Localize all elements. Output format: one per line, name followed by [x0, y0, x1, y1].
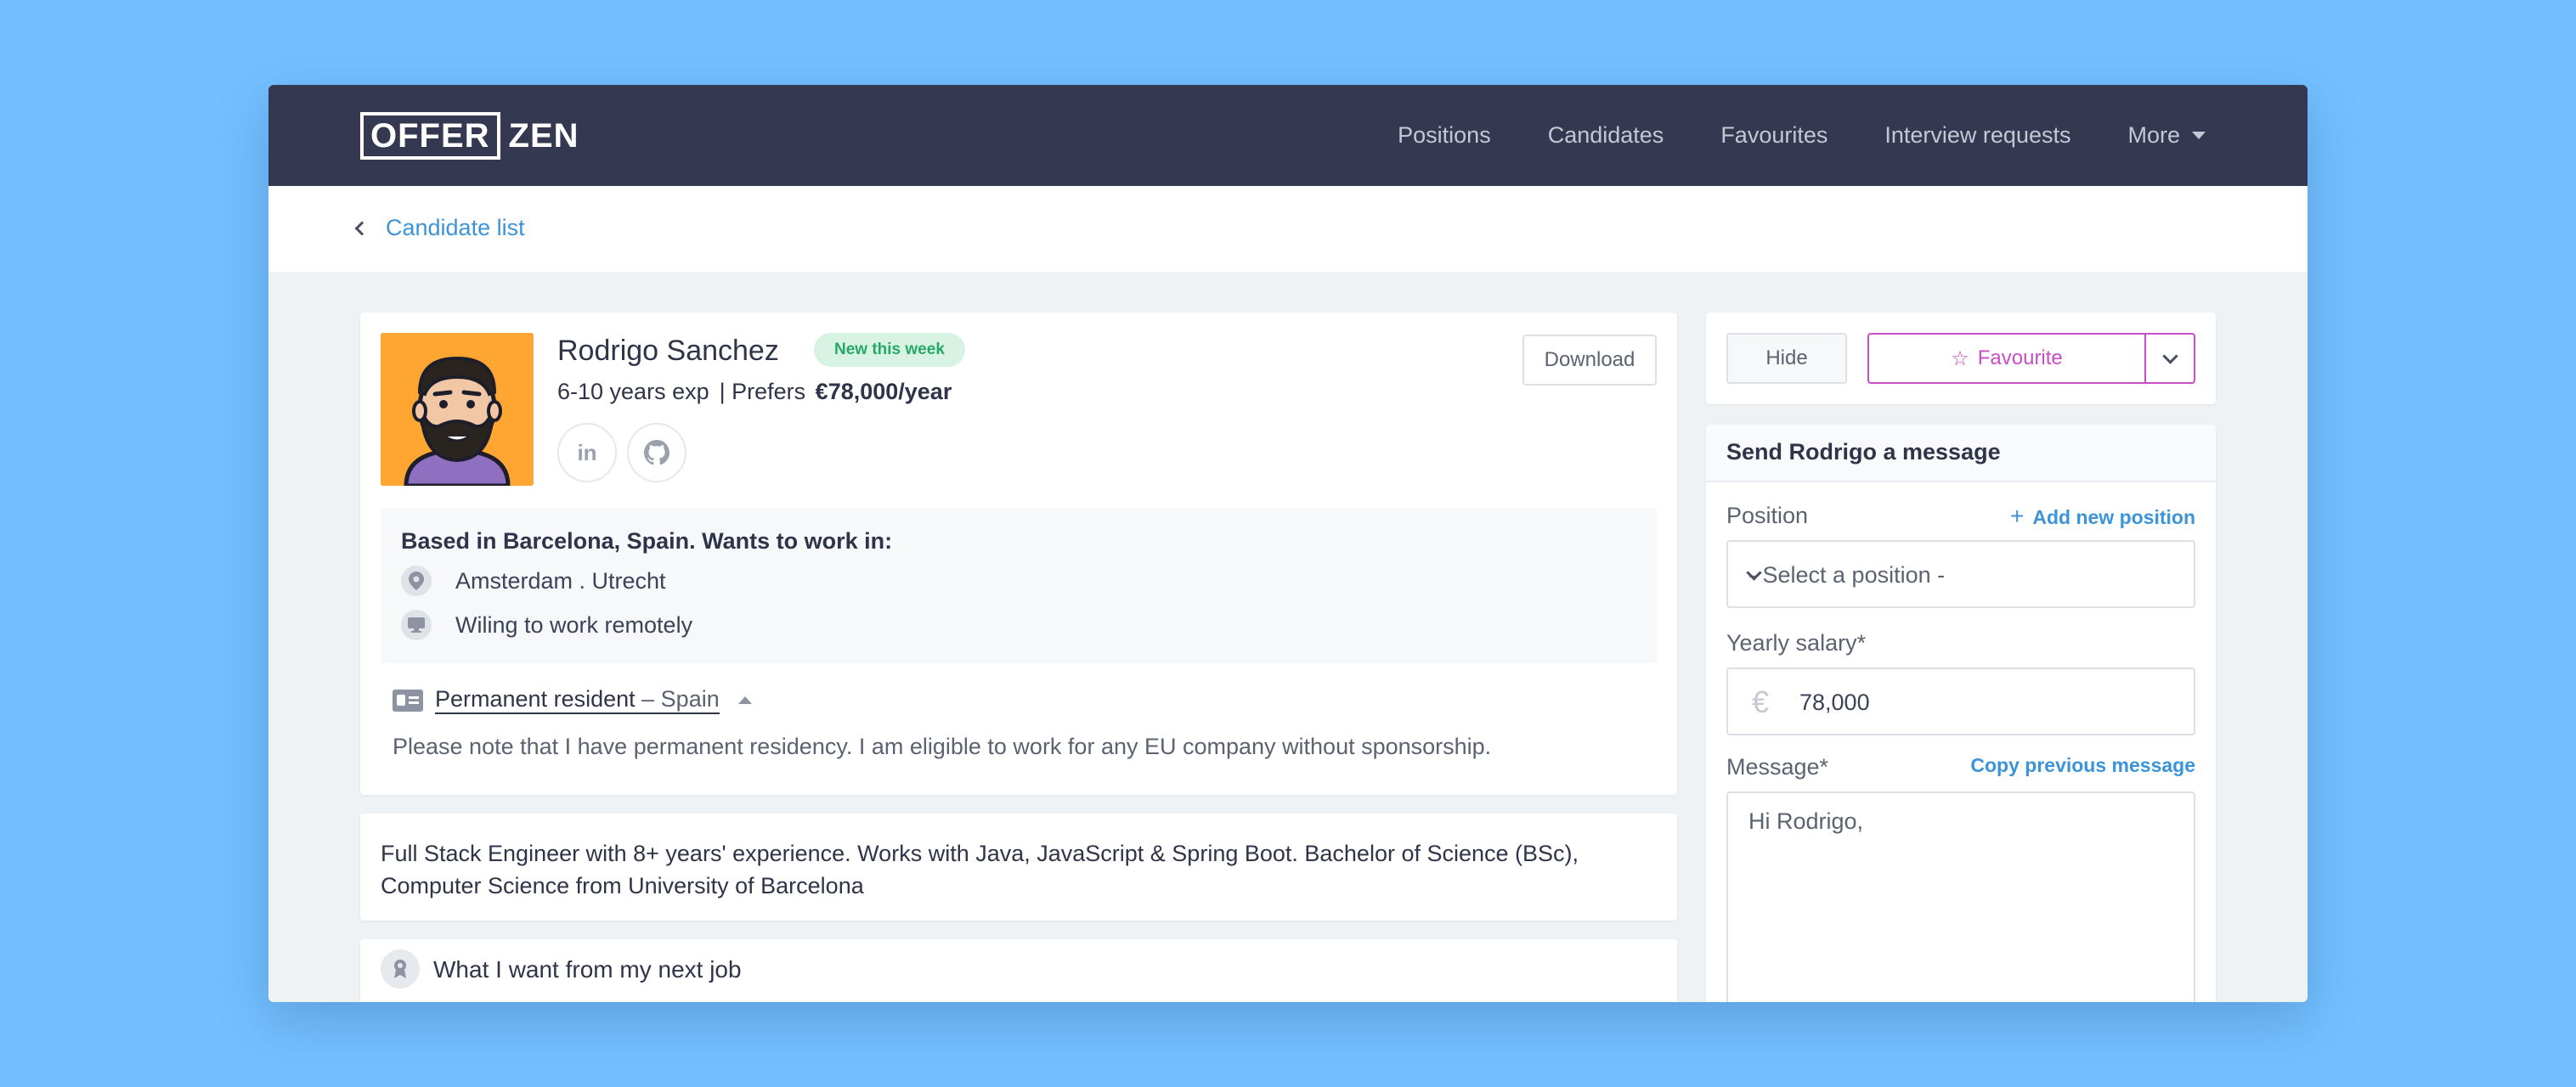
breadcrumb-label: Candidate list — [386, 215, 525, 240]
residency-country: Spain — [660, 686, 720, 712]
nav-link-candidates[interactable]: Candidates — [1548, 122, 1664, 149]
nav-more-label: More — [2127, 122, 2180, 148]
github-icon — [644, 440, 669, 465]
message-header: Send Rodrigo a message — [1706, 425, 2216, 482]
nav-link-interview-requests[interactable]: Interview requests — [1884, 122, 2070, 149]
add-new-position-link[interactable]: + Add new position — [2010, 503, 2195, 530]
salary-preference: €78,000/year — [815, 379, 952, 404]
experience-years: 6-10 years exp — [557, 379, 709, 404]
offerzen-logo[interactable]: OFFER ZEN — [360, 112, 579, 160]
prefers-prefix: | Prefers — [719, 379, 806, 404]
caret-down-icon — [2192, 132, 2206, 139]
remote-preference: Wiling to work remotely — [401, 610, 692, 640]
location-heading: Based in Barcelona, Spain. Wants to work… — [401, 528, 893, 554]
award-icon — [381, 949, 420, 988]
next-job-title: What I want from my next job — [433, 956, 742, 983]
remote-preference-text: Wiling to work remotely — [455, 611, 693, 638]
message-label: Message* — [1726, 754, 1829, 780]
logo-box: OFFER — [360, 112, 500, 160]
breadcrumb-back-link[interactable]: Candidate list — [354, 215, 525, 241]
download-button[interactable]: Download — [1522, 335, 1657, 386]
breadcrumb-bar: Candidate list — [268, 186, 2308, 272]
favourite-label: Favourite — [1977, 346, 2063, 369]
next-job-card[interactable]: What I want from my next job — [360, 939, 1677, 1002]
top-nav: OFFER ZEN Positions Candidates Favourite… — [268, 85, 2308, 186]
candidate-name: Rodrigo Sanchez — [557, 335, 779, 367]
location-panel: Based in Barcelona, Spain. Wants to work… — [381, 508, 1657, 663]
copy-previous-message-link[interactable]: Copy previous message — [1970, 754, 2195, 777]
position-select[interactable]: - Select a position - — [1726, 540, 2195, 608]
chevron-left-icon — [354, 221, 370, 235]
message-textarea[interactable]: Hi Rodrigo, — [1726, 791, 2195, 1002]
location-pin-icon — [401, 566, 432, 596]
hide-button[interactable]: Hide — [1726, 333, 1847, 384]
nav-links: Positions Candidates Favourites Intervie… — [1341, 85, 2206, 186]
nav-link-positions[interactable]: Positions — [1398, 122, 1491, 149]
monitor-icon — [401, 610, 432, 640]
euro-icon: € — [1752, 684, 1770, 719]
position-label: Position — [1726, 503, 1809, 528]
favourite-dropdown-button[interactable] — [2144, 333, 2195, 384]
chevron-down-icon — [2161, 347, 2178, 364]
linkedin-icon: in — [577, 439, 597, 465]
avatar-illustration — [381, 333, 534, 486]
nav-link-favourites[interactable]: Favourites — [1720, 122, 1827, 149]
nav-more-menu[interactable]: More — [2127, 122, 2206, 149]
app-window: OFFER ZEN Positions Candidates Favourite… — [268, 85, 2308, 1002]
message-card: Send Rodrigo a message Position + Add new… — [1706, 425, 2216, 1002]
residency-link[interactable]: Permanent resident – Spain — [435, 686, 720, 714]
add-new-position-label: Add new position — [2032, 506, 2195, 528]
salary-input[interactable] — [1799, 690, 2139, 716]
plus-icon: + — [2009, 503, 2025, 529]
preferred-cities: Amsterdam . Utrecht — [401, 566, 666, 596]
actions-card: Hide ☆ Favourite — [1706, 313, 2216, 404]
residency-note: Please note that I have permanent reside… — [393, 734, 1492, 759]
id-card-icon — [393, 689, 423, 712]
salary-label: Yearly salary* — [1726, 630, 1867, 656]
star-icon: ☆ — [1951, 346, 1969, 370]
preferred-cities-text: Amsterdam . Utrecht — [455, 567, 666, 594]
linkedin-button[interactable]: in — [557, 423, 617, 482]
experience-line: 6-10 years exp | Prefers €78,000/year — [557, 379, 952, 405]
position-select-value: - Select a position - — [1748, 562, 1946, 588]
github-button[interactable] — [627, 423, 686, 482]
residency-toggle[interactable]: Permanent resident – Spain — [393, 686, 752, 714]
candidate-profile-card: Rodrigo Sanchez New this week 6-10 years… — [360, 313, 1677, 795]
message-title: Send Rodrigo a message — [1726, 439, 2001, 465]
new-this-week-badge: New this week — [814, 333, 965, 367]
summary-card: Full Stack Engineer with 8+ years' exper… — [360, 814, 1677, 921]
salary-field[interactable]: € — [1726, 667, 2195, 735]
summary-text: Full Stack Engineer with 8+ years' exper… — [381, 841, 1579, 898]
residency-dash: – — [635, 686, 661, 712]
caret-up-icon — [737, 696, 752, 704]
avatar — [381, 333, 534, 486]
favourite-button[interactable]: ☆ Favourite — [1867, 333, 2144, 384]
residency-status: Permanent resident — [435, 686, 636, 712]
logo-rest: ZEN — [508, 116, 579, 155]
